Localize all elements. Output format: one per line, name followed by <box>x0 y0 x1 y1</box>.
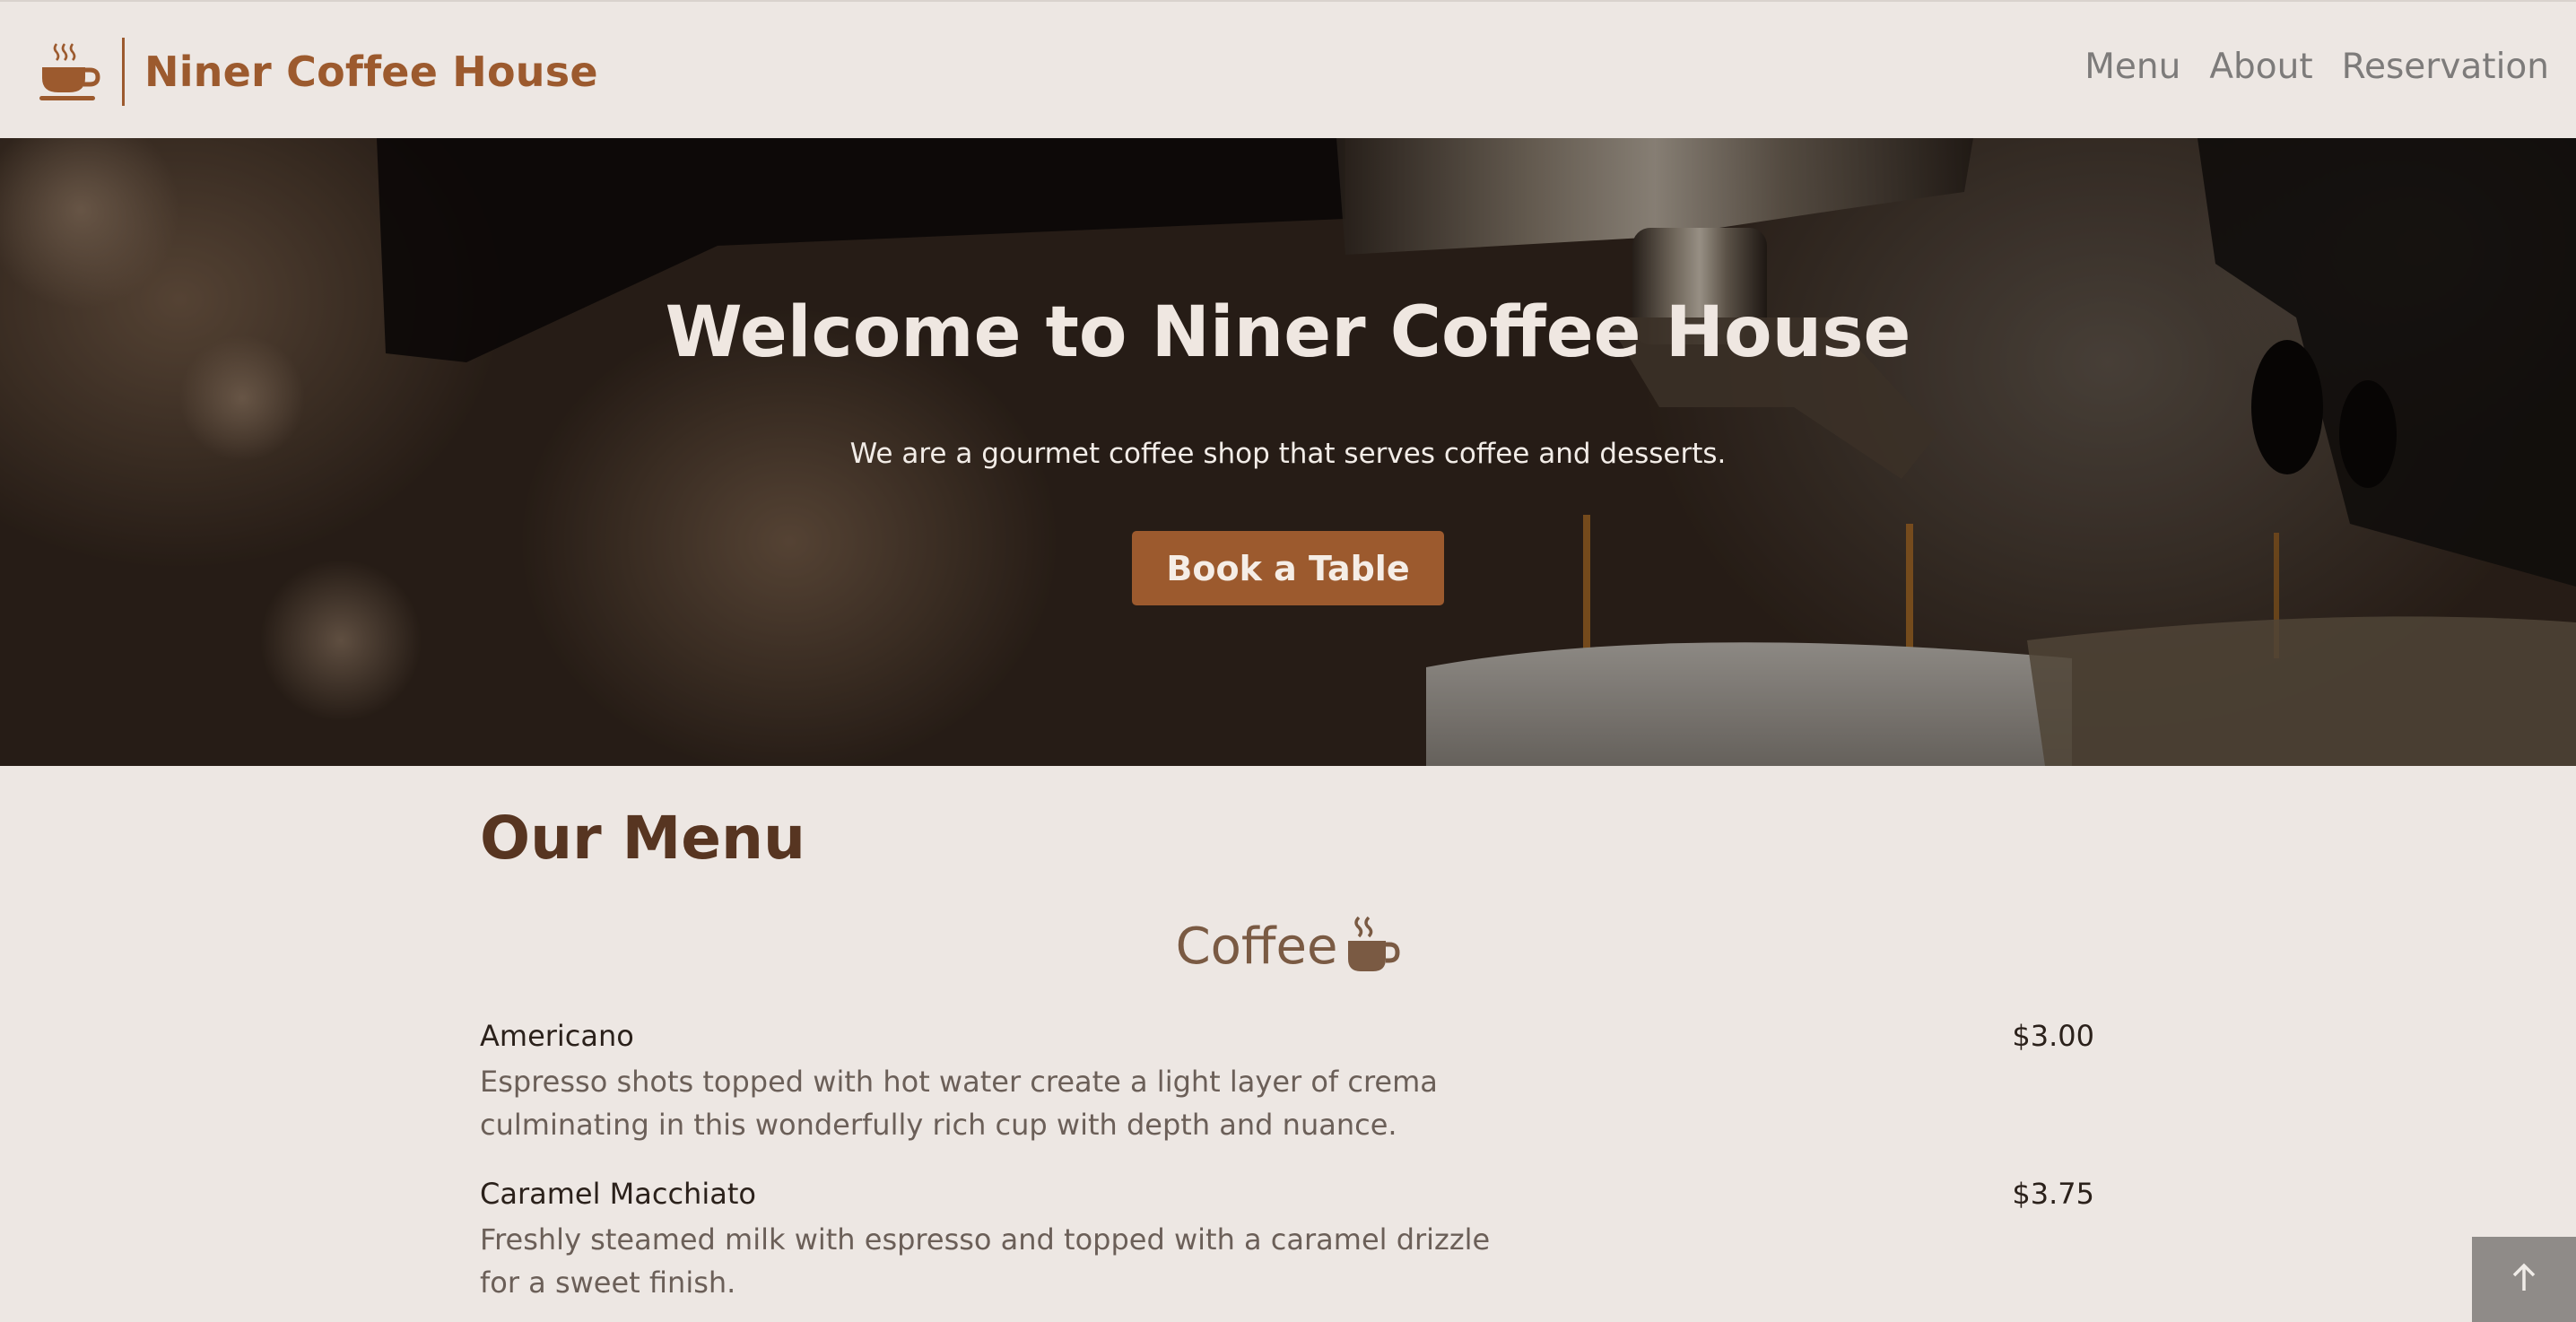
back-to-top-button[interactable] <box>2472 1237 2576 1322</box>
category-label: Coffee <box>1175 917 1338 976</box>
menu-item-description: Freshly steamed milk with espresso and t… <box>480 1222 1491 1300</box>
hero-title: Welcome to Niner Coffee House <box>665 292 1911 373</box>
menu-item-name: Americano <box>480 1019 634 1053</box>
nav-link-about[interactable]: About <box>2209 47 2312 87</box>
hero-banner: Welcome to Niner Coffee House We are a g… <box>0 138 2576 766</box>
brand[interactable]: Niner Coffee House <box>39 36 598 108</box>
brand-divider <box>122 38 125 106</box>
coffee-cup-icon <box>1346 916 1400 977</box>
menu-item-price: $3.00 <box>2012 1019 2094 1053</box>
menu-item: Americano $3.00 Espresso shots topped wi… <box>480 1019 2094 1146</box>
site-header: Niner Coffee House Menu About Reservatio… <box>0 0 2576 138</box>
menu-item-description: Espresso shots topped with hot water cre… <box>480 1065 1438 1142</box>
arrow-up-icon <box>2511 1263 2537 1297</box>
hero-subtitle: We are a gourmet coffee shop that serves… <box>849 438 1727 470</box>
menu-item-price: $3.75 <box>2012 1177 2094 1211</box>
brand-title[interactable]: Niner Coffee House <box>144 48 598 96</box>
menu-heading: Our Menu <box>480 804 806 873</box>
nav-link-menu[interactable]: Menu <box>2084 47 2180 87</box>
nav-link-reservation[interactable]: Reservation <box>2342 47 2549 87</box>
menu-item: Caramel Macchiato $3.75 Freshly steamed … <box>480 1177 2094 1304</box>
menu-section: Our Menu Coffee Americano $3.00 Espresso… <box>0 766 2576 1322</box>
book-a-table-button[interactable]: Book a Table <box>1132 531 1444 605</box>
menu-item-name: Caramel Macchiato <box>480 1177 756 1211</box>
menu-category-coffee: Coffee <box>0 916 2576 977</box>
coffee-cup-icon <box>39 40 102 103</box>
main-nav: Menu About Reservation <box>2084 47 2549 87</box>
